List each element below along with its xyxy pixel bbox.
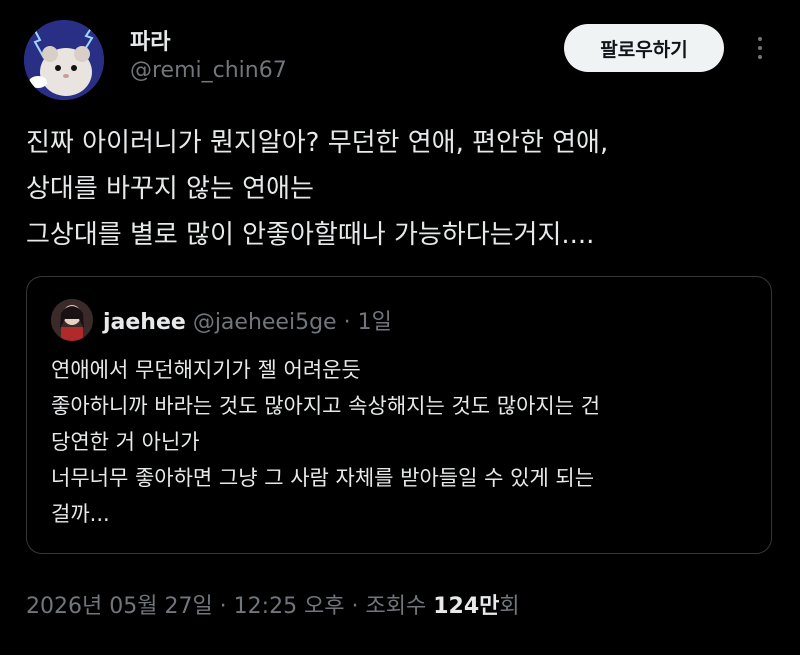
more-dot [758,46,762,50]
quote-avatar-image [51,299,93,341]
quote-line: 걸까... [51,502,110,526]
avatar[interactable] [24,20,104,100]
quote-timestamp[interactable]: 1일 [358,310,392,335]
quote-author-name[interactable]: jaehee [103,310,186,335]
quoted-tweet[interactable]: jaehee @jaeheei5ge · 1일 연애에서 무던해지기가 젤 어려… [26,276,772,554]
author-handle[interactable]: @remi_chin67 [130,58,287,83]
tweet-meta: 2026년 05월 27일 · 12:25 오후 · 조회수 124만회 [26,588,520,620]
more-dot [758,55,762,59]
views-count: 124만 [433,594,500,619]
quote-line: 너무너무 좋아하면 그냥 그 사람 자체를 받아들일 수 있게 되는 [51,466,595,490]
timestamp[interactable]: 2026년 05월 27일 · 12:25 오후 · 조회수 [26,594,433,619]
quote-author-handle[interactable]: @jaeheei5ge [193,310,337,335]
quote-header: jaehee @jaeheei5ge · 1일 [103,304,392,336]
tweet-text: 진짜 아이러니가 뭔지알아? 무던한 연애, 편안한 연애, 상대를 바꾸지 않… [26,120,776,258]
hamster-avatar-image [24,20,104,100]
quote-line: 당연한 거 아닌가 [51,430,200,454]
quote-avatar[interactable] [51,299,93,341]
author-display-name[interactable]: 파라 [130,24,170,56]
views-suffix: 회 [499,594,520,619]
follow-button[interactable]: 팔로우하기 [564,24,724,72]
tweet-line: 진짜 아이러니가 뭔지알아? 무던한 연애, 편안한 연애, [26,128,609,158]
quote-text: 연애에서 무던해지기가 젤 어려운듯 좋아하니까 바라는 것도 많아지고 속상해… [51,352,751,532]
more-dot [758,37,762,41]
tweet-line: 그상대를 별로 많이 안좋아할때나 가능하다는거지.... [26,220,595,250]
quote-separator: · [343,310,351,335]
tweet-line: 상대를 바꾸지 않는 연애는 [26,174,314,204]
quote-line: 연애에서 무던해지기가 젤 어려운듯 [51,358,361,382]
more-dots-icon[interactable] [748,30,772,66]
quote-line: 좋아하니까 바라는 것도 많아지고 속상해지는 것도 많아지는 건 [51,394,601,418]
